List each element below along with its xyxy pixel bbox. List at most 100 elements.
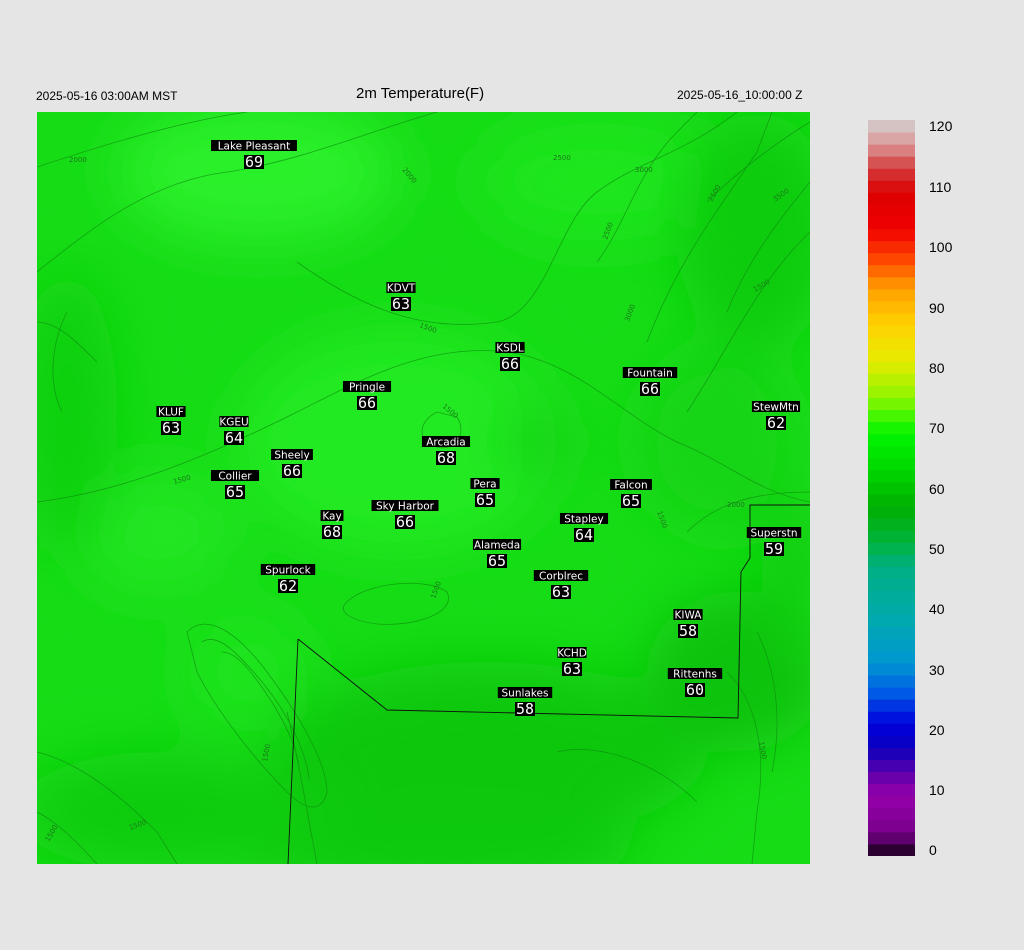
colorbar-segment [868, 518, 915, 531]
weather-map-page: 2025-05-16 03:00AM MST 2m Temperature(F)… [0, 0, 1024, 950]
colorbar-segment [868, 699, 915, 712]
station-temperature: 62 [767, 414, 785, 432]
colorbar-tick: 50 [929, 541, 945, 557]
station-name: StewMtn [753, 402, 799, 414]
colorbar-tick: 70 [929, 420, 945, 436]
colorbar-segment [868, 662, 915, 676]
station-temperature: 64 [575, 526, 593, 544]
colorbar-segment [868, 481, 915, 495]
station-temperature: 64 [225, 429, 243, 447]
station-temperature: 58 [516, 700, 534, 718]
colorbar-segment [868, 675, 915, 688]
colorbar-segment [868, 216, 915, 230]
colorbar-segment [868, 469, 915, 483]
temperature-colorbar [868, 120, 915, 856]
colorbar-segment [868, 445, 915, 459]
station-temperature: 66 [641, 380, 659, 398]
colorbar-segment [868, 409, 915, 423]
colorbar-segment [868, 313, 915, 326]
station-name: Sheely [274, 450, 309, 462]
station-temperature: 66 [501, 355, 519, 373]
svg-text:2000: 2000 [727, 501, 745, 509]
station-temperature: 68 [437, 449, 455, 467]
colorbar-segment [868, 711, 915, 724]
colorbar-segment [868, 192, 915, 205]
station-temperature: 66 [396, 513, 414, 531]
station-name: Stapley [564, 514, 603, 526]
station-name: Pera [473, 479, 496, 491]
colorbar-segment [868, 602, 915, 616]
station-name: KGEU [219, 417, 248, 429]
colorbar-segment [868, 288, 915, 302]
colorbar-segment [868, 433, 915, 447]
station-temperature: 60 [686, 681, 704, 699]
map-title: 2m Temperature(F) [356, 85, 485, 102]
station-temperature: 65 [488, 552, 506, 570]
station-temperature: 58 [679, 622, 697, 640]
station-name: KIWA [675, 610, 703, 622]
colorbar-segment [868, 494, 915, 507]
colorbar-segment [868, 180, 915, 193]
colorbar-segment [868, 735, 915, 748]
station-temperature: 65 [476, 491, 494, 509]
colorbar-segment [868, 385, 915, 399]
colorbar-segment [868, 566, 915, 579]
colorbar-segment [868, 807, 915, 821]
colorbar-segment [868, 132, 915, 145]
colorbar-tick: 100 [929, 239, 953, 255]
station-temperature: 63 [552, 583, 570, 601]
station-temperature: 62 [279, 577, 297, 595]
svg-text:2500: 2500 [553, 154, 571, 162]
station-marker: Kay68 [320, 510, 344, 541]
colorbar-segment [868, 421, 915, 435]
colorbar-tick: 90 [929, 300, 945, 316]
station-name: Alameda [474, 540, 520, 552]
station-name: Sky Harbor [376, 501, 435, 513]
colorbar-tick: 80 [929, 360, 945, 376]
station-name: Lake Pleasant [218, 141, 291, 153]
station-name: Rittenhs [673, 669, 717, 681]
colorbar-segment [868, 747, 915, 760]
colorbar-segment [868, 204, 915, 218]
colorbar-segment [868, 638, 915, 652]
colorbar-segment [868, 506, 915, 519]
station-temperature: 69 [245, 153, 263, 171]
colorbar-segment [868, 228, 915, 242]
station-name: Fountain [627, 368, 673, 380]
colorbar-tick: 10 [929, 782, 945, 798]
colorbar-segment [868, 156, 915, 169]
colorbar-segment [868, 373, 915, 386]
colorbar-tick: 120 [929, 118, 953, 134]
station-name: KDVT [387, 283, 416, 295]
station-temperature: 63 [563, 660, 581, 678]
colorbar-tick: 20 [929, 722, 945, 738]
station-temperature: 65 [622, 492, 640, 510]
svg-text:3000: 3000 [635, 166, 653, 174]
temperature-map: 2000 2000 2500 3000 3500 2500 2500 3000 … [37, 112, 810, 864]
colorbar-segment [868, 349, 915, 362]
station-name: KCHD [557, 648, 587, 660]
colorbar-segment [868, 457, 915, 471]
local-time-label: 2025-05-16 03:00AM MST [36, 89, 178, 103]
colorbar-tick: 40 [929, 601, 945, 617]
colorbar-tick: 0 [929, 842, 937, 858]
station-name: KLUF [158, 407, 184, 419]
colorbar-segment [868, 276, 915, 290]
colorbar-segment [868, 590, 915, 604]
station-name: Arcadia [426, 437, 466, 449]
colorbar-segment [868, 325, 915, 338]
colorbar-segment [868, 300, 915, 314]
colorbar-segment [868, 542, 915, 555]
colorbar-segment [868, 687, 915, 700]
colorbar-segment [868, 819, 915, 833]
station-temperature: 63 [162, 419, 180, 437]
colorbar-tick: 110 [929, 179, 952, 195]
station-name: Superstn [750, 528, 797, 540]
station-temperature: 68 [323, 523, 341, 541]
station-temperature: 66 [283, 462, 301, 480]
station-name: Spurlock [265, 565, 311, 577]
colorbar-segment [868, 264, 915, 278]
colorbar-segment [868, 578, 915, 592]
colorbar-segment [868, 337, 915, 350]
colorbar-segment [868, 168, 915, 181]
